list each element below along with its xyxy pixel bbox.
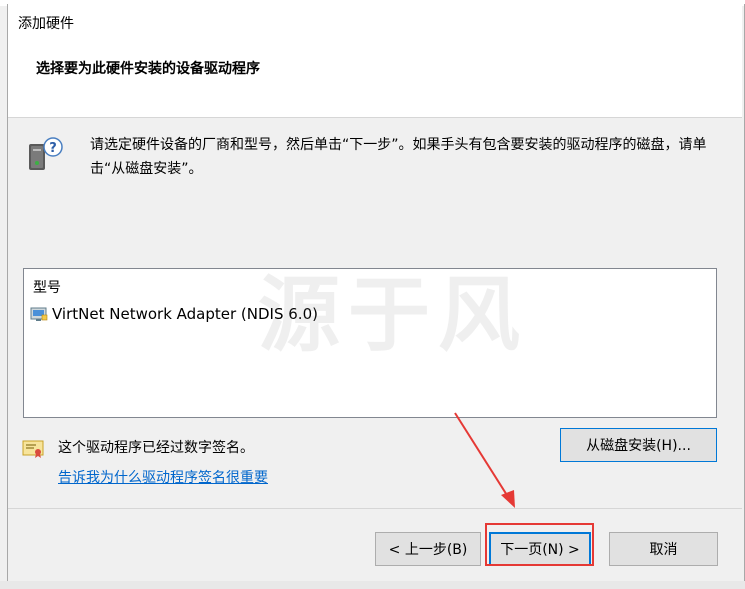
list-header-model: 型号 (33, 280, 61, 296)
signature-info-link[interactable]: 告诉我为什么驱动程序签名很重要 (58, 467, 268, 487)
network-adapter-icon (30, 307, 48, 321)
window-title: 添加硬件 (18, 16, 74, 32)
next-button[interactable]: 下一页(N) > (489, 532, 591, 566)
background-window-strip-bottom (0, 581, 745, 589)
cancel-button[interactable]: 取消 (609, 532, 718, 566)
have-disk-button[interactable]: 从磁盘安装(H)... (560, 428, 717, 462)
footer-separator (8, 508, 742, 509)
signature-status-text: 这个驱动程序已经过数字签名。 (58, 440, 254, 456)
list-item[interactable]: VirtNet Network Adapter (NDIS 6.0) (30, 303, 318, 325)
list-item-label: VirtNet Network Adapter (NDIS 6.0) (52, 305, 318, 323)
svg-text:?: ? (49, 141, 57, 156)
certificate-icon (22, 440, 44, 458)
back-button[interactable]: < 上一步(B) (375, 532, 481, 566)
model-listbox[interactable]: 型号 VirtNet Network Adapter (NDIS 6.0) (23, 268, 717, 418)
instruction-text: 请选定硬件设备的厂商和型号，然后单击“下一步”。如果手头有包含要安装的驱动程序的… (90, 137, 707, 177)
hardware-question-icon: ? (29, 137, 63, 170)
page-subtitle: 选择要为此硬件安装的设备驱动程序 (36, 61, 260, 77)
